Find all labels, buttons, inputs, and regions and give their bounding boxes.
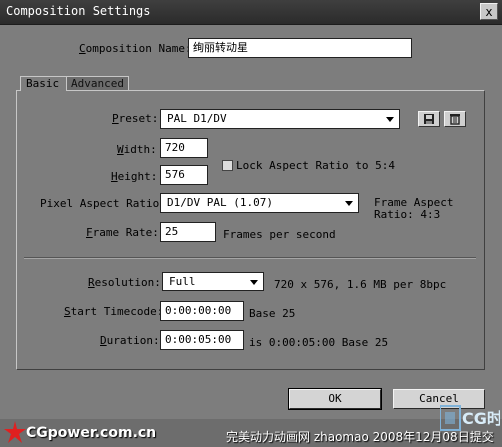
width-input[interactable]: 720 [160,138,208,158]
duration-info: is 0:00:05:00 Base 25 [249,336,389,349]
trash-icon [450,114,460,125]
lock-aspect-label: Lock Aspect Ratio to 5:4 [236,159,395,172]
resolution-dropdown[interactable]: Full [162,272,264,291]
pixel-aspect-value: D1/DV PAL (1.07) [167,196,273,209]
height-input[interactable]: 576 [160,165,208,185]
frame-aspect-line2: Ratio: 4:3 [374,208,441,221]
composition-name-input[interactable]: 绚丽转动星 [188,38,412,58]
pixel-aspect-dropdown[interactable]: D1/DV PAL (1.07) [160,193,359,213]
cg-era-logo-icon: CG时代 [440,405,500,431]
start-timecode-label: Start Timecode: [64,305,164,318]
chevron-down-icon [250,280,258,285]
width-label: Width: [117,143,157,156]
pixel-aspect-label: Pixel Aspect Ratio: [40,197,166,210]
save-icon [424,114,434,124]
close-button[interactable]: x [480,3,498,20]
watermark-site: CGpower.com.cn [26,425,157,441]
composition-name-label: Composition Name: [79,42,192,55]
frame-rate-input[interactable]: 25 [160,222,216,242]
dialog-title: Composition Settings [6,4,151,18]
close-icon: x [485,5,493,19]
duration-input[interactable]: 0:00:05:00 [160,330,244,350]
chevron-down-icon [386,117,394,122]
ok-button[interactable]: OK [288,388,382,410]
save-preset-button[interactable] [418,111,440,127]
resolution-value: Full [169,275,196,288]
frame-rate-label: Frame Rate: [86,226,159,239]
delete-preset-button[interactable] [444,111,466,127]
tab-advanced[interactable]: Advanced [65,76,129,91]
tab-basic[interactable]: Basic [20,76,67,91]
start-timecode-input[interactable]: 0:00:00:00 [160,301,244,321]
title-bar[interactable]: Composition Settings x [0,0,502,25]
composition-settings-dialog: Composition Settings x Composition Name:… [0,0,502,447]
section-divider [24,257,476,259]
height-label: Height: [111,170,158,183]
lock-aspect-checkbox[interactable] [222,160,233,171]
chevron-down-icon [345,201,353,206]
cgpower-logo-icon [4,421,26,443]
preset-value: PAL D1/DV [167,112,227,125]
preset-label: Preset: [112,112,159,125]
preset-dropdown[interactable]: PAL D1/DV [160,109,400,129]
resolution-info: 720 x 576, 1.6 MB per 8bpc [274,278,447,291]
svg-text:CG时代: CG时代 [462,409,500,428]
frame-rate-unit: Frames per second [223,228,336,241]
start-timecode-base: Base 25 [249,307,296,320]
resolution-label: Resolution: [88,276,161,289]
duration-label: Duration: [100,334,160,347]
